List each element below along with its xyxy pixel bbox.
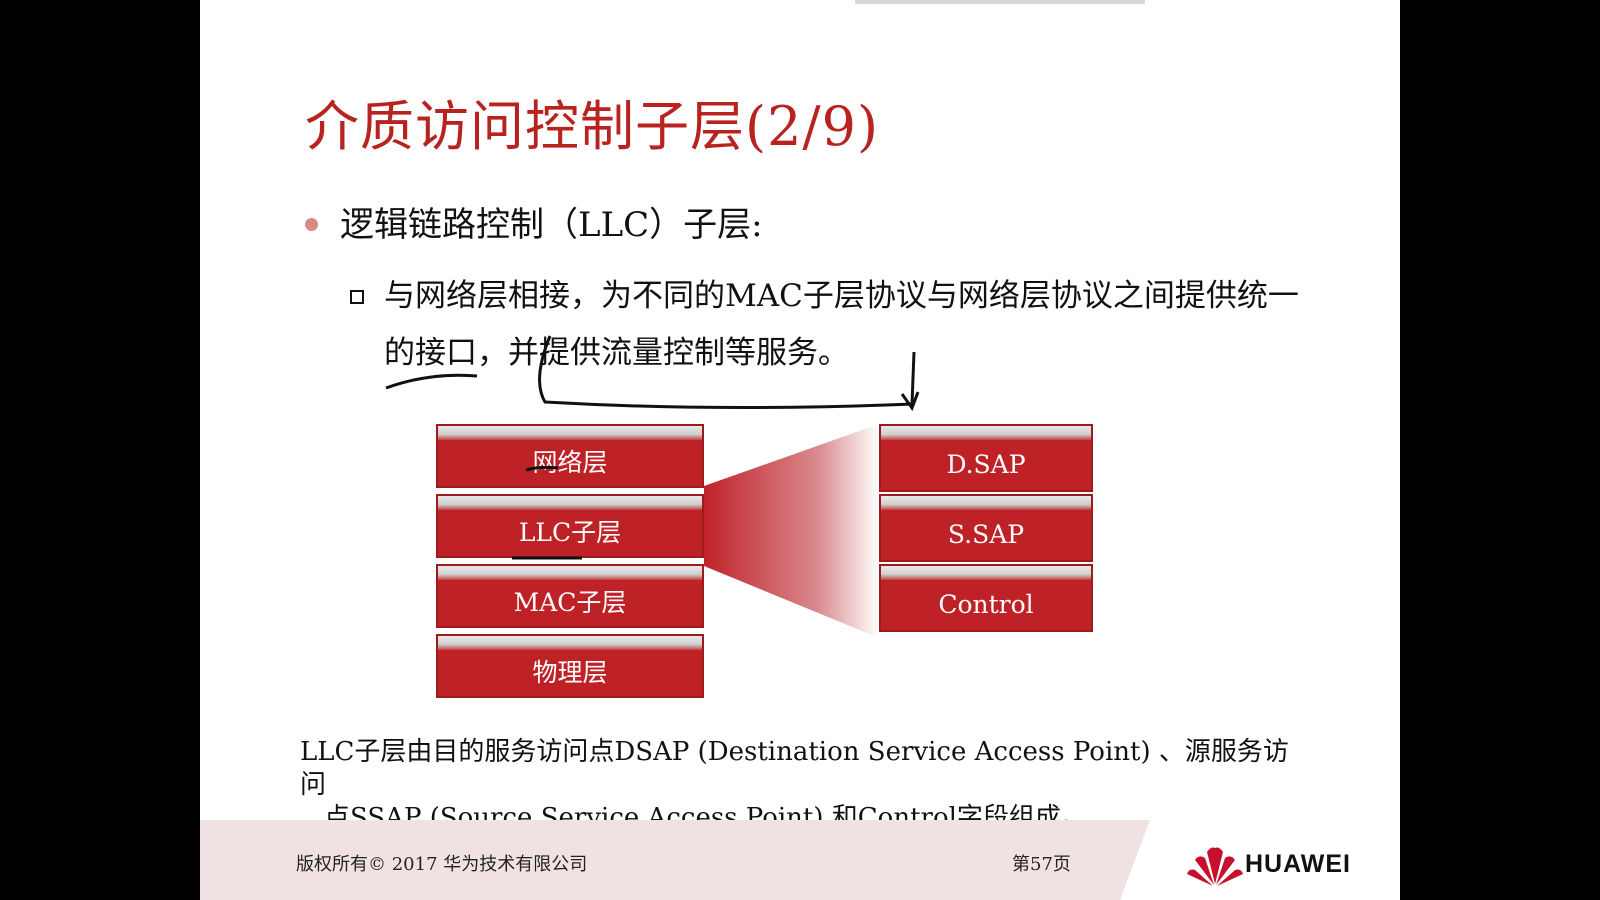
layer-mac: MAC子层 bbox=[436, 564, 704, 628]
field-ssap-label: S.SAP bbox=[947, 520, 1025, 549]
layer-llc-label: LLC子层 bbox=[518, 518, 622, 547]
layer-physical-label: 物理层 bbox=[532, 658, 608, 687]
top-bar bbox=[855, 0, 1145, 4]
bullet-llc-text: 逻辑链路控制（LLC）子层: bbox=[340, 205, 763, 245]
layer-network: 网络层 bbox=[436, 424, 704, 488]
field-dsap-label: D.SAP bbox=[946, 450, 1026, 479]
layer-network-label: 网络层 bbox=[532, 448, 608, 477]
field-control-label: Control bbox=[938, 590, 1034, 619]
layer-mac-label: MAC子层 bbox=[513, 588, 627, 617]
page-number: 第57页 bbox=[1012, 854, 1071, 875]
bullet-dot-icon bbox=[305, 217, 318, 231]
footer: 版权所有© 2017 华为技术有限公司 第57页 HUAWEI bbox=[200, 820, 1400, 900]
brand-name: HUAWEI bbox=[1245, 850, 1351, 878]
field-control: Control bbox=[879, 564, 1093, 632]
square-bullet-icon bbox=[350, 290, 364, 304]
arrowhead-ink bbox=[900, 391, 920, 412]
field-ssap: S.SAP bbox=[879, 494, 1093, 562]
expansion-fan bbox=[704, 424, 879, 638]
field-dsap: D.SAP bbox=[879, 424, 1093, 492]
note-line-1: LLC子层由目的服务访问点DSAP (Destination Service A… bbox=[300, 737, 1289, 800]
sub-bullet-text: 与网络层相接，为不同的MAC子层协议与网络层协议之间提供统一的接口，并提供流量控… bbox=[384, 278, 1299, 371]
layer-llc: LLC子层 bbox=[436, 494, 704, 558]
layer-physical: 物理层 bbox=[436, 634, 704, 698]
slide: 介质访问控制子层(2/9) 逻辑链路控制（LLC）子层: 与网络层相接，为不同的… bbox=[200, 0, 1400, 900]
copyright: 版权所有© 2017 华为技术有限公司 bbox=[296, 854, 588, 875]
bullet-llc: 逻辑链路控制（LLC）子层: bbox=[305, 197, 763, 246]
huawei-logo-icon bbox=[1187, 847, 1243, 886]
sub-bullet: 与网络层相接，为不同的MAC子层协议与网络层协议之间提供统一的接口，并提供流量控… bbox=[350, 268, 1310, 382]
slide-title: 介质访问控制子层(2/9) bbox=[305, 95, 880, 158]
